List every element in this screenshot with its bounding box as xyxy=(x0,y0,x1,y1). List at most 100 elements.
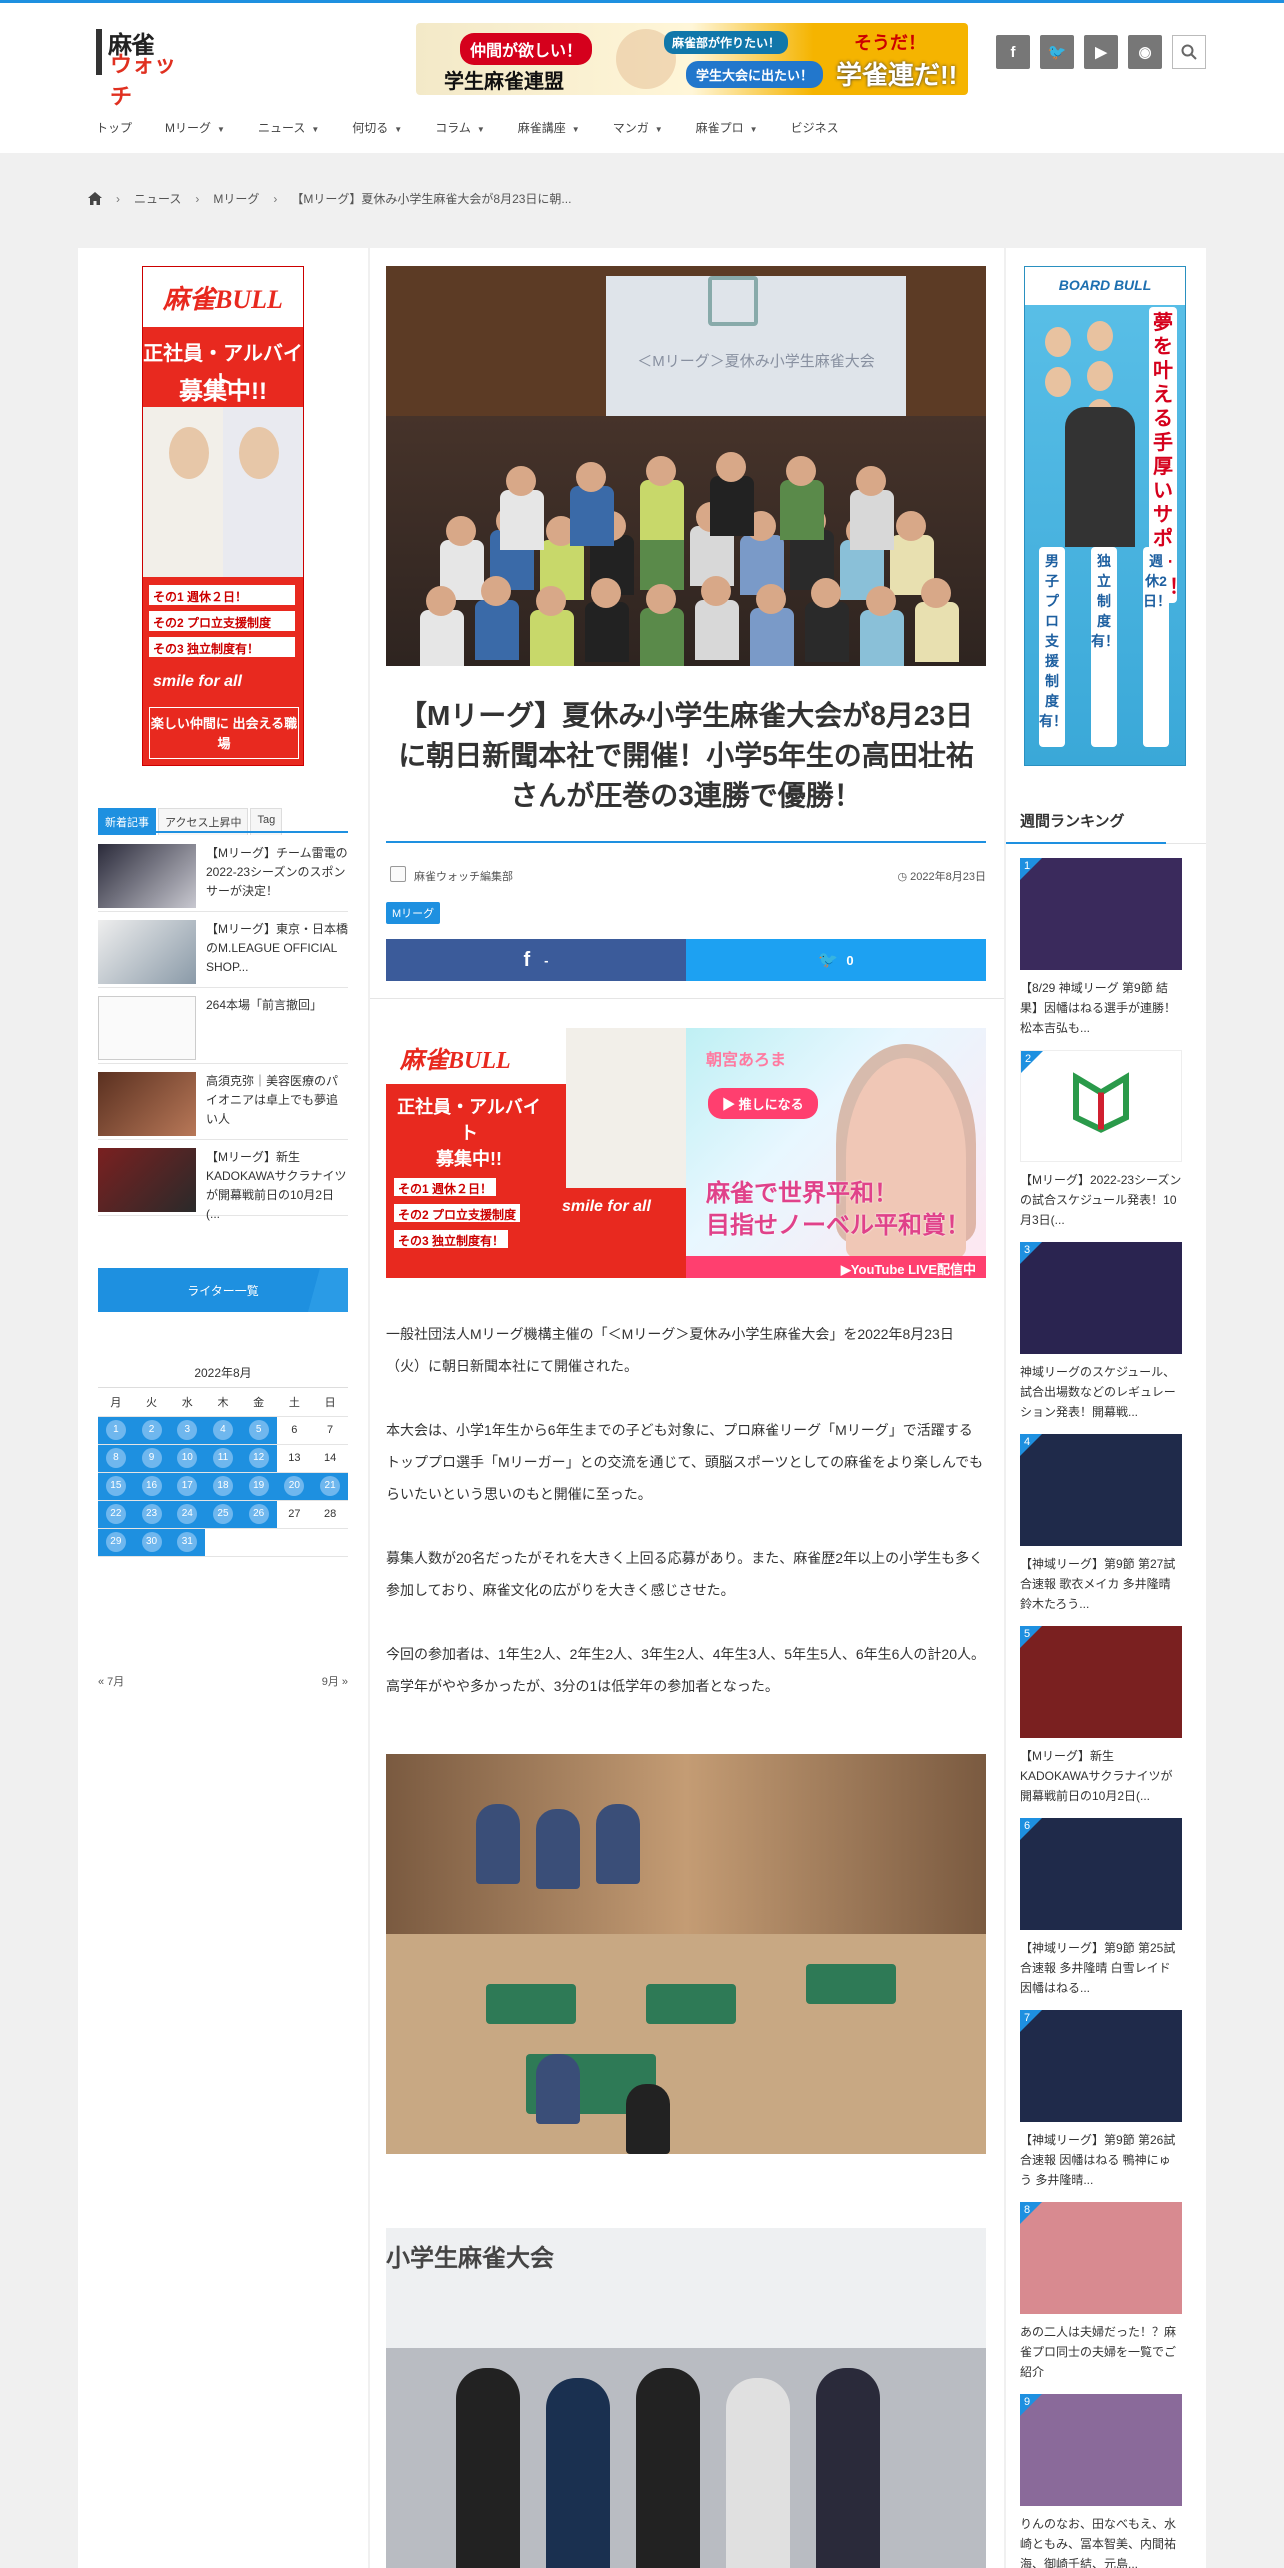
calendar-day[interactable]: 10 xyxy=(169,1444,206,1473)
post-title[interactable]: 【Mリーグ】新生KADOKAWAサクラナイツが開幕戦前日の10月2日(... xyxy=(206,1148,348,1224)
calendar-day[interactable]: 5 xyxy=(240,1416,277,1445)
calendar-day[interactable]: 1 xyxy=(98,1416,134,1445)
calendar-day-link[interactable]: 19 xyxy=(248,1476,269,1496)
calendar-day-link[interactable]: 25 xyxy=(212,1504,233,1524)
calendar-day-link[interactable]: 22 xyxy=(105,1504,126,1524)
author-name[interactable]: 麻雀ウォッチ編集部 xyxy=(414,868,513,884)
calendar-day[interactable]: 20 xyxy=(276,1472,313,1501)
calendar-day-link[interactable]: 11 xyxy=(212,1448,233,1468)
calendar-day[interactable]: 29 xyxy=(98,1528,134,1557)
aroma-vtuber-ad[interactable]: 朝宮あろま ▶ 推しになる 麻雀で世界平和！ 目指せノーベル平和賞！ ▶YouTu… xyxy=(686,1028,986,1278)
bull-recruit-ad[interactable]: 麻雀BULL 正社員・アルバイト 募集中!! その1 週休２日！ その2 プロ立支… xyxy=(386,1028,686,1278)
calendar-day-link[interactable]: 24 xyxy=(177,1504,198,1524)
calendar-day-link[interactable]: 26 xyxy=(248,1504,269,1524)
calendar-day-link[interactable]: 16 xyxy=(141,1476,162,1496)
post-title[interactable]: 【Mリーグ】東京・日本橋のM.LEAGUE OFFICIAL SHOP... xyxy=(206,920,348,977)
calendar-day-link[interactable]: 8 xyxy=(105,1448,126,1468)
calendar-day-link[interactable]: 4 xyxy=(212,1420,233,1440)
nav-item[interactable]: 何切る ▼ xyxy=(352,119,402,143)
list-item[interactable]: 【Mリーグ】東京・日本橋のM.LEAGUE OFFICIAL SHOP... xyxy=(98,916,348,988)
calendar-next-link[interactable]: 9月 » xyxy=(322,1673,348,1689)
calendar-prev-link[interactable]: « 7月 xyxy=(98,1676,124,1688)
category-badge[interactable]: Mリーグ xyxy=(386,902,441,924)
calendar-day-link[interactable]: 20 xyxy=(284,1476,305,1496)
nav-item[interactable]: トップ xyxy=(96,119,132,143)
ranking-item[interactable]: 1 【8/29 神域リーグ 第9節 結果】因幡はねる選手が連勝！松本吉弘も... xyxy=(1020,858,1182,1038)
calendar-day-link[interactable]: 9 xyxy=(141,1448,162,1468)
ranking-title-text[interactable]: 神域リーグのスケジュール、試合出場数などのレギュレーション発表！開幕戦... xyxy=(1020,1362,1182,1422)
calendar-day-link[interactable]: 30 xyxy=(141,1532,162,1552)
calendar-day[interactable]: 8 xyxy=(98,1444,134,1473)
right-sidebar-banner-ad[interactable]: BOARD BULL 夢を叶える手厚いサポート！ 男子プロ支援制度有！ 独立制度… xyxy=(1024,266,1186,766)
ranking-item[interactable]: 5 【Mリーグ】新生KADOKAWAサクラナイツが開幕戦前日の10月2日(... xyxy=(1020,1626,1182,1806)
post-title[interactable]: 264本場「前言撤回」 xyxy=(206,996,348,1015)
calendar-day[interactable]: 21 xyxy=(312,1472,348,1501)
ad-cta-button[interactable]: ▶ 推しになる xyxy=(708,1088,818,1119)
ranking-item[interactable]: 6 【神域リーグ】第9節 第25試合速報 多井隆晴 白雪レイド 因幡はねる... xyxy=(1020,1818,1182,1998)
calendar-day[interactable]: 18 xyxy=(205,1472,241,1501)
ranking-item[interactable]: 2 【Mリーグ】2022-23シーズンの試合スケジュール発表！10月3日(... xyxy=(1020,1050,1182,1230)
ranking-item[interactable]: 7 【神域リーグ】第9節 第26試合速報 因幡はねる 鴨神にゅう 多井隆晴... xyxy=(1020,2010,1182,2190)
ranking-title-text[interactable]: りんのなお、田なべもえ、水崎ともみ、冨本智美、内間祐海、御崎千結、元島... xyxy=(1020,2514,1182,2568)
twitter-share-button[interactable]: 🐦 0 xyxy=(686,939,986,981)
calendar-day[interactable]: 30 xyxy=(133,1528,170,1557)
calendar-day[interactable]: 19 xyxy=(240,1472,277,1501)
ranking-title-text[interactable]: 【Mリーグ】2022-23シーズンの試合スケジュール発表！10月3日(... xyxy=(1020,1170,1182,1230)
calendar-day[interactable]: 17 xyxy=(169,1472,206,1501)
calendar-day-link[interactable]: 29 xyxy=(105,1532,126,1552)
rss-icon[interactable]: ◉ xyxy=(1128,35,1162,69)
calendar-day[interactable]: 22 xyxy=(98,1500,134,1529)
calendar-day[interactable]: 26 xyxy=(240,1500,277,1529)
calendar-day-link[interactable]: 18 xyxy=(212,1476,233,1496)
ranking-title-text[interactable]: 【神域リーグ】第9節 第26試合速報 因幡はねる 鴨神にゅう 多井隆晴... xyxy=(1020,2130,1182,2190)
calendar-day[interactable]: 31 xyxy=(169,1528,206,1557)
post-title[interactable]: 【Mリーグ】チーム雷電の2022-23シーズンのスポンサーが決定！ xyxy=(206,844,348,901)
calendar-day[interactable]: 15 xyxy=(98,1472,134,1501)
facebook-icon[interactable]: f xyxy=(996,35,1030,69)
writer-list-button[interactable]: ライター一覧 xyxy=(98,1268,348,1312)
calendar-day-link[interactable]: 12 xyxy=(248,1448,269,1468)
ranking-title-text[interactable]: 【8/29 神域リーグ 第9節 結果】因幡はねる選手が連勝！松本吉弘も... xyxy=(1020,978,1182,1038)
site-logo[interactable]: 麻雀 ウォッチ xyxy=(96,25,196,109)
facebook-share-button[interactable]: f- xyxy=(386,939,686,981)
ranking-item[interactable]: 8 あの二人は夫婦だった！？麻雀プロ同士の夫婦を一覧でご紹介 xyxy=(1020,2202,1182,2382)
nav-item[interactable]: ニュース ▼ xyxy=(258,119,319,143)
calendar-day[interactable]: 11 xyxy=(205,1444,241,1473)
calendar-day-link[interactable]: 17 xyxy=(177,1476,198,1496)
calendar-day-link[interactable]: 10 xyxy=(177,1448,198,1468)
calendar-day[interactable]: 4 xyxy=(205,1416,241,1445)
ranking-title-text[interactable]: 【Mリーグ】新生KADOKAWAサクラナイツが開幕戦前日の10月2日(... xyxy=(1020,1746,1182,1806)
nav-item[interactable]: コラム ▼ xyxy=(435,119,485,143)
nav-item[interactable]: 麻雀プロ ▼ xyxy=(696,119,758,143)
calendar-day[interactable]: 25 xyxy=(205,1500,241,1529)
calendar-day[interactable]: 24 xyxy=(169,1500,206,1529)
nav-item[interactable]: Mリーグ ▼ xyxy=(165,119,225,143)
calendar-day-link[interactable]: 23 xyxy=(141,1504,162,1524)
youtube-icon[interactable]: ▶ xyxy=(1084,35,1118,69)
ranking-item[interactable]: 3 神域リーグのスケジュール、試合出場数などのレギュレーション発表！開幕戦... xyxy=(1020,1242,1182,1422)
ranking-title-text[interactable]: 【神域リーグ】第9節 第27試合速報 歌衣メイカ 多井隆晴 鈴木たろう... xyxy=(1020,1554,1182,1614)
calendar-day[interactable]: 16 xyxy=(133,1472,170,1501)
nav-item[interactable]: 麻雀講座 ▼ xyxy=(518,119,580,143)
calendar-day-link[interactable]: 5 xyxy=(248,1420,269,1440)
post-title[interactable]: 高須克弥｜美容医療のパイオニアは卓上でも夢追い人 xyxy=(206,1072,348,1129)
ranking-title-text[interactable]: あの二人は夫婦だった！？麻雀プロ同士の夫婦を一覧でご紹介 xyxy=(1020,2322,1182,2382)
calendar-day[interactable]: 23 xyxy=(133,1500,170,1529)
top-banner-ad[interactable]: 仲間が欲しい！ 学生麻雀連盟 麻雀部が作りたい！ 学生大会に出たい！ そうだ！ … xyxy=(416,23,968,95)
calendar-day-link[interactable]: 3 xyxy=(177,1420,198,1440)
twitter-icon[interactable]: 🐦 xyxy=(1040,35,1074,69)
nav-item[interactable]: ビジネス xyxy=(791,119,839,143)
left-sidebar-banner-ad[interactable]: 麻雀BULL 正社員・アルバイト 募集中!! その1 週休２日！ その2 プロ立… xyxy=(142,266,304,766)
calendar-day-link[interactable]: 2 xyxy=(141,1420,162,1440)
calendar-day-link[interactable]: 31 xyxy=(177,1532,198,1552)
calendar-day[interactable]: 2 xyxy=(133,1416,170,1445)
list-item[interactable]: 【Mリーグ】新生KADOKAWAサクラナイツが開幕戦前日の10月2日(... xyxy=(98,1144,348,1221)
calendar-day[interactable]: 12 xyxy=(240,1444,277,1473)
list-item[interactable]: 264本場「前言撤回」 xyxy=(98,992,348,1064)
ranking-title-text[interactable]: 【神域リーグ】第9節 第25試合速報 多井隆晴 白雪レイド 因幡はねる... xyxy=(1020,1938,1182,1998)
list-item[interactable]: 高須克弥｜美容医療のパイオニアは卓上でも夢追い人 xyxy=(98,1068,348,1140)
calendar-day[interactable]: 9 xyxy=(133,1444,170,1473)
ranking-item[interactable]: 9 りんのなお、田なべもえ、水崎ともみ、冨本智美、内間祐海、御崎千結、元島... xyxy=(1020,2394,1182,2568)
calendar-day-link[interactable]: 21 xyxy=(320,1476,341,1496)
nav-item[interactable]: マンガ ▼ xyxy=(613,119,663,143)
